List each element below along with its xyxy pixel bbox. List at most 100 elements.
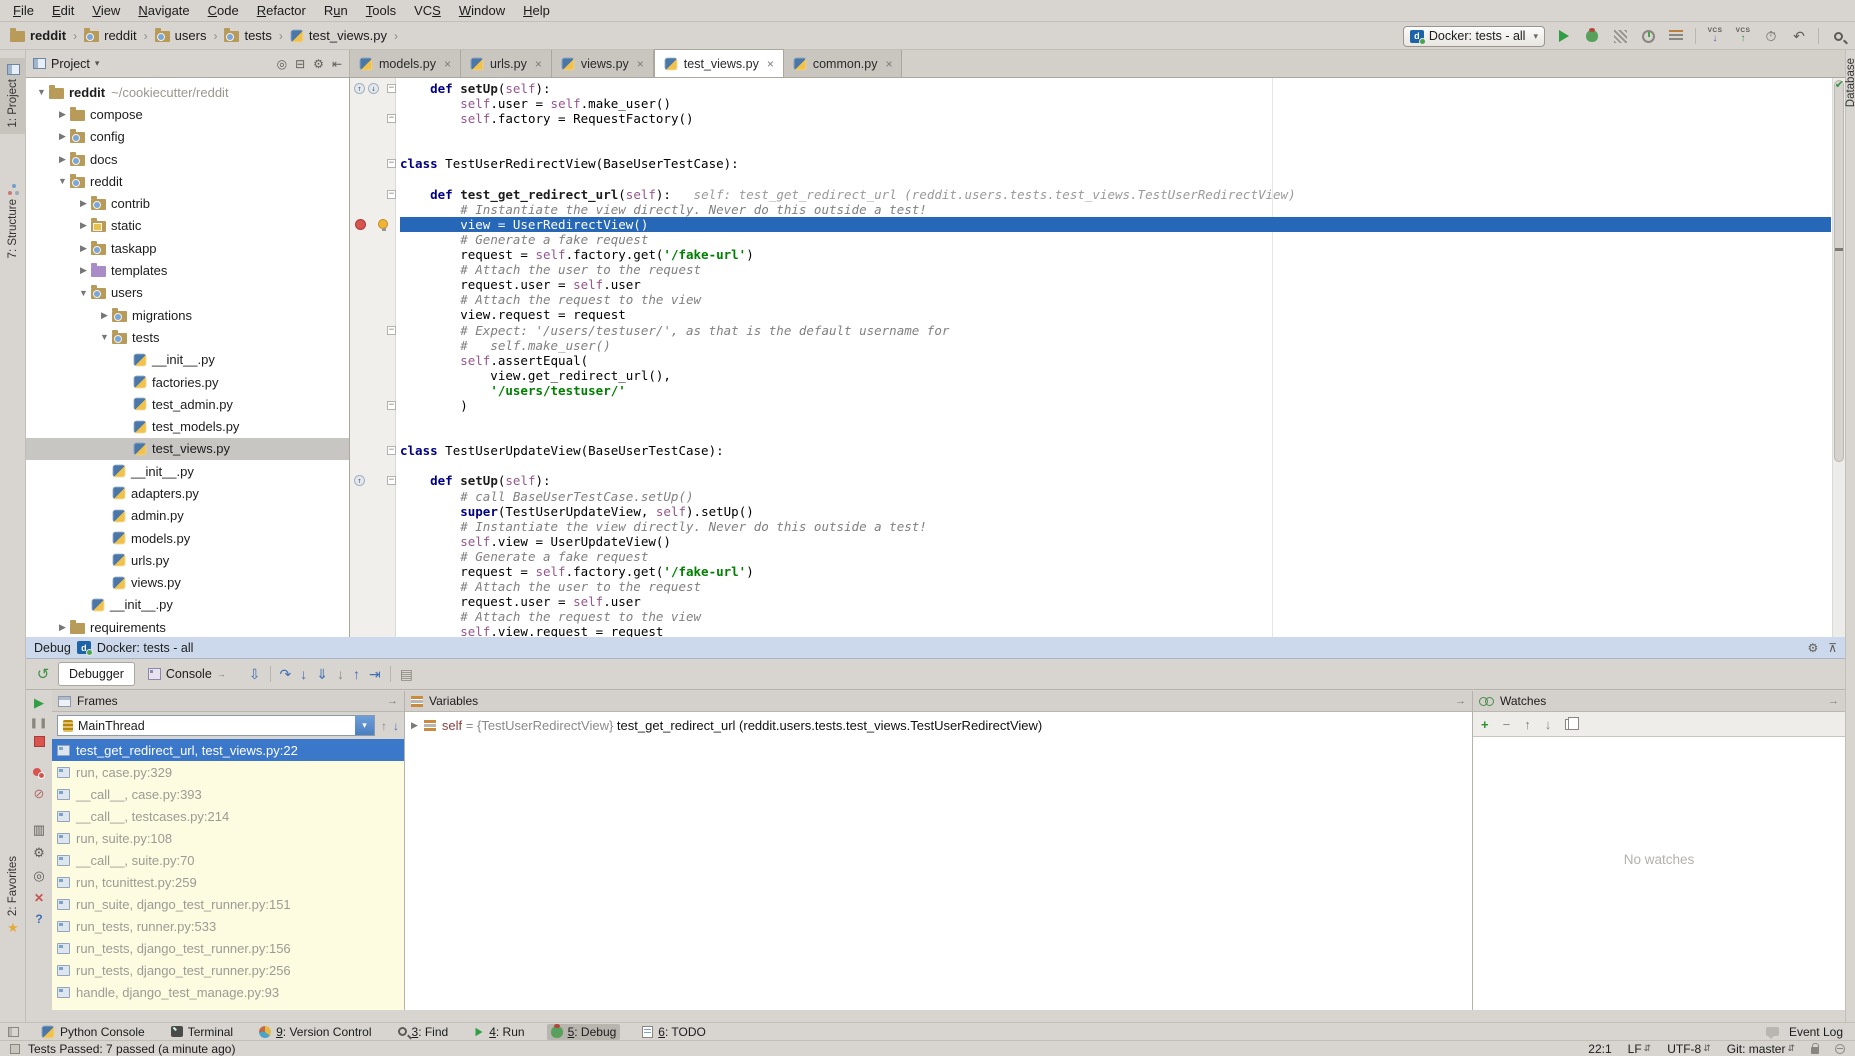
tree-arrow-icon[interactable]: ▶: [76, 243, 91, 254]
close-tab-icon[interactable]: ×: [535, 57, 542, 71]
fold-marker-icon[interactable]: −: [387, 159, 396, 168]
frame-row[interactable]: run_tests, django_test_runner.py:156: [52, 937, 404, 959]
tool-window-button-6-todo[interactable]: 6: TODO: [638, 1024, 710, 1040]
breadcrumb-item[interactable]: tests: [224, 28, 271, 43]
add-watch-button[interactable]: +: [1481, 717, 1489, 732]
next-frame-button[interactable]: ↓: [393, 719, 399, 733]
fold-marker-icon[interactable]: −: [387, 446, 396, 455]
breadcrumb-item[interactable]: reddit: [10, 28, 66, 43]
window-switcher-icon[interactable]: [8, 1027, 19, 1037]
resume-button[interactable]: ▶: [34, 695, 44, 711]
code-line[interactable]: # Attach the request to the view: [350, 609, 1831, 624]
tree-row[interactable]: __init__.py: [26, 594, 349, 616]
pause-button[interactable]: ❚❚: [30, 718, 49, 729]
code-line[interactable]: '/users/testuser/': [350, 383, 1831, 398]
tree-arrow-icon[interactable]: ▼: [55, 176, 70, 186]
debug-button[interactable]: [1583, 27, 1601, 45]
tree-row[interactable]: urls.py: [26, 549, 349, 571]
tree-row[interactable]: ▶static: [26, 215, 349, 237]
inspection-ok-icon[interactable]: ✔: [1835, 78, 1844, 91]
inspections-profile-icon[interactable]: [1835, 1044, 1845, 1054]
code-area[interactable]: ↑↓− def setUp(self): self.user = self.ma…: [350, 81, 1831, 637]
previous-frame-button[interactable]: ↑: [381, 719, 387, 733]
close-tab-icon[interactable]: ×: [885, 57, 892, 71]
frame-row[interactable]: test_get_redirect_url, test_views.py:22: [52, 739, 404, 761]
tree-arrow-icon[interactable]: ▶: [97, 310, 112, 321]
vcs-commit-button[interactable]: VCS↑: [1734, 27, 1752, 45]
expand-arrow-icon[interactable]: ▶: [411, 720, 418, 731]
menu-navigate[interactable]: Navigate: [129, 1, 198, 20]
breadcrumb-item[interactable]: reddit: [84, 28, 137, 43]
frame-row[interactable]: run, case.py:329: [52, 761, 404, 783]
tool-window-button-4-run[interactable]: 4: Run: [470, 1024, 528, 1040]
locate-file-button[interactable]: ◎: [277, 57, 287, 71]
code-line[interactable]: # Generate a fake request: [350, 232, 1831, 247]
tree-arrow-icon[interactable]: ▼: [76, 288, 91, 298]
fold-marker-icon[interactable]: −: [387, 326, 396, 335]
tree-row[interactable]: ▼users: [26, 282, 349, 304]
breadcrumb-item[interactable]: test_views.py: [290, 28, 387, 43]
move-watch-down-button[interactable]: ↓: [1545, 717, 1552, 732]
float-panel-icon[interactable]: →: [1828, 695, 1839, 707]
help-button[interactable]: ?: [35, 912, 42, 926]
breadcrumb-item[interactable]: users: [155, 28, 207, 43]
run-button[interactable]: [1555, 27, 1573, 45]
force-step-into-button[interactable]: ↓: [337, 666, 344, 682]
close-tab-icon[interactable]: ×: [444, 57, 451, 71]
tool-window-button-5-debug[interactable]: 5: Debug: [547, 1024, 621, 1040]
tree-arrow-icon[interactable]: ▶: [76, 220, 91, 231]
code-line[interactable]: [350, 458, 1831, 473]
hide-panel-button[interactable]: ⊼: [1828, 641, 1837, 655]
fold-marker-icon[interactable]: −: [387, 84, 396, 93]
fold-marker-icon[interactable]: −: [387, 401, 396, 410]
tool-window-tab-database[interactable]: Database: [1845, 58, 1855, 107]
move-watch-up-button[interactable]: ↑: [1524, 717, 1531, 732]
frame-row[interactable]: run_suite, django_test_runner.py:151: [52, 893, 404, 915]
panel-settings-button[interactable]: ⚙: [1807, 641, 1818, 655]
code-line[interactable]: # Attach the request to the view: [350, 292, 1831, 307]
code-line[interactable]: [350, 141, 1831, 156]
breakpoint-icon[interactable]: [355, 219, 366, 230]
search-everywhere-button[interactable]: [1829, 27, 1847, 45]
code-line[interactable]: [350, 172, 1831, 187]
tree-row[interactable]: test_views.py: [26, 438, 349, 460]
menu-file[interactable]: File: [4, 1, 43, 20]
vcs-branch-select[interactable]: Git: master⇵: [1727, 1042, 1795, 1056]
tree-row[interactable]: ▶templates: [26, 259, 349, 281]
close-tab-icon[interactable]: ×: [637, 57, 644, 71]
tree-arrow-icon[interactable]: ▶: [76, 198, 91, 209]
menu-view[interactable]: View: [83, 1, 129, 20]
undo-button[interactable]: ↶: [1790, 27, 1808, 45]
code-line[interactable]: # self.make_user(): [350, 338, 1831, 353]
copy-watch-button[interactable]: [1565, 719, 1574, 730]
panel-settings-button[interactable]: ⚙: [313, 57, 324, 71]
code-line[interactable]: −class TestUserRedirectView(BaseUserTest…: [350, 156, 1831, 171]
code-line[interactable]: # Attach the user to the request: [350, 262, 1831, 277]
frame-row[interactable]: __call__, suite.py:70: [52, 849, 404, 871]
code-line[interactable]: request = self.factory.get('/fake-url'): [350, 247, 1831, 262]
code-line[interactable]: − ): [350, 398, 1831, 413]
menu-run[interactable]: Run: [315, 1, 357, 20]
tool-window-button-python-console[interactable]: Python Console: [37, 1024, 149, 1040]
collapse-all-button[interactable]: ⊟: [295, 57, 305, 71]
debug-settings-button[interactable]: ⚙: [33, 845, 45, 861]
code-line[interactable]: self.view.request = request: [350, 624, 1831, 637]
mute-breakpoints-button[interactable]: ⊘: [34, 786, 45, 802]
float-panel-icon[interactable]: →: [387, 695, 398, 707]
show-execution-point-button[interactable]: ⇩: [249, 666, 261, 683]
frame-row[interactable]: run, suite.py:108: [52, 827, 404, 849]
encoding-select[interactable]: UTF-8⇵: [1667, 1042, 1711, 1056]
vcs-update-button[interactable]: VCS↓: [1706, 27, 1724, 45]
float-panel-icon[interactable]: →: [1455, 695, 1466, 707]
tree-arrow-icon[interactable]: ▶: [55, 622, 70, 633]
tree-row[interactable]: ▼reddit~/cookiecutter/reddit: [26, 81, 349, 103]
editor-tab-test_views-py[interactable]: test_views.py×: [654, 49, 784, 77]
menu-window[interactable]: Window: [450, 1, 514, 20]
tool-window-button-3-find[interactable]: 3: Find: [394, 1024, 453, 1040]
overrides-method-icon[interactable]: ↑: [354, 475, 365, 486]
thread-select[interactable]: MainThread ▾: [57, 715, 375, 736]
menu-help[interactable]: Help: [514, 1, 559, 20]
line-ending-select[interactable]: LF⇵: [1628, 1042, 1652, 1056]
lock-icon[interactable]: [1811, 1047, 1819, 1054]
tree-arrow-icon[interactable]: ▶: [55, 131, 70, 142]
